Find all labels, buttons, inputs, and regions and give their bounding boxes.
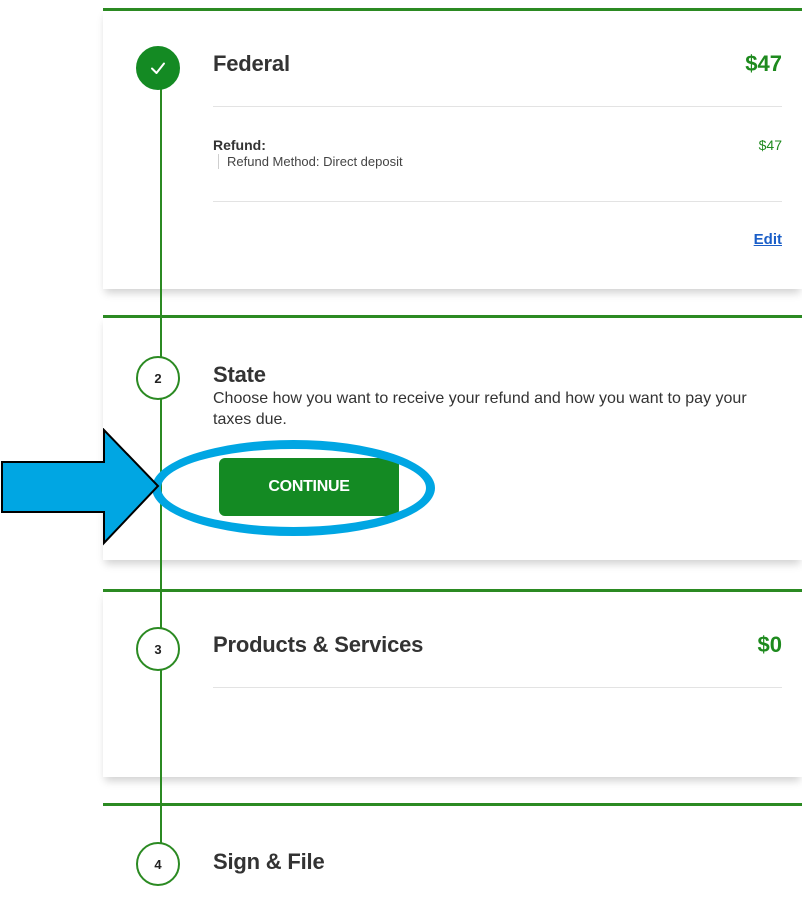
federal-title: Federal [213, 51, 290, 76]
step-1-complete [136, 46, 180, 90]
step-2-number: 2 [136, 356, 180, 400]
step-3-number: 3 [136, 627, 180, 671]
state-description: Choose how you want to receive your refu… [213, 390, 747, 428]
products-services-amount: $0 [757, 632, 782, 657]
ellipse-highlight [152, 440, 435, 536]
state-title: State [213, 362, 266, 387]
refund-amount: $47 [758, 137, 782, 153]
progress-timeline [160, 80, 162, 850]
step-4-number: 4 [136, 842, 180, 886]
checkmark-icon [151, 62, 165, 74]
sign-file-card: Sign & File [103, 803, 802, 923]
divider [213, 687, 782, 688]
divider [213, 201, 782, 202]
refund-method: Refund Method: Direct deposit [218, 154, 403, 169]
federal-card: Federal $47 Refund: $47 Refund Method: D… [103, 8, 802, 289]
right-arrow-icon [1, 428, 160, 546]
sign-file-title: Sign & File [213, 849, 325, 874]
refund-label: Refund: [213, 137, 266, 153]
products-services-title: Products & Services [213, 632, 424, 657]
divider [213, 106, 782, 107]
federal-amount: $47 [745, 51, 782, 76]
products-services-card: Products & Services $0 [103, 589, 802, 777]
edit-link[interactable]: Edit [754, 231, 782, 248]
